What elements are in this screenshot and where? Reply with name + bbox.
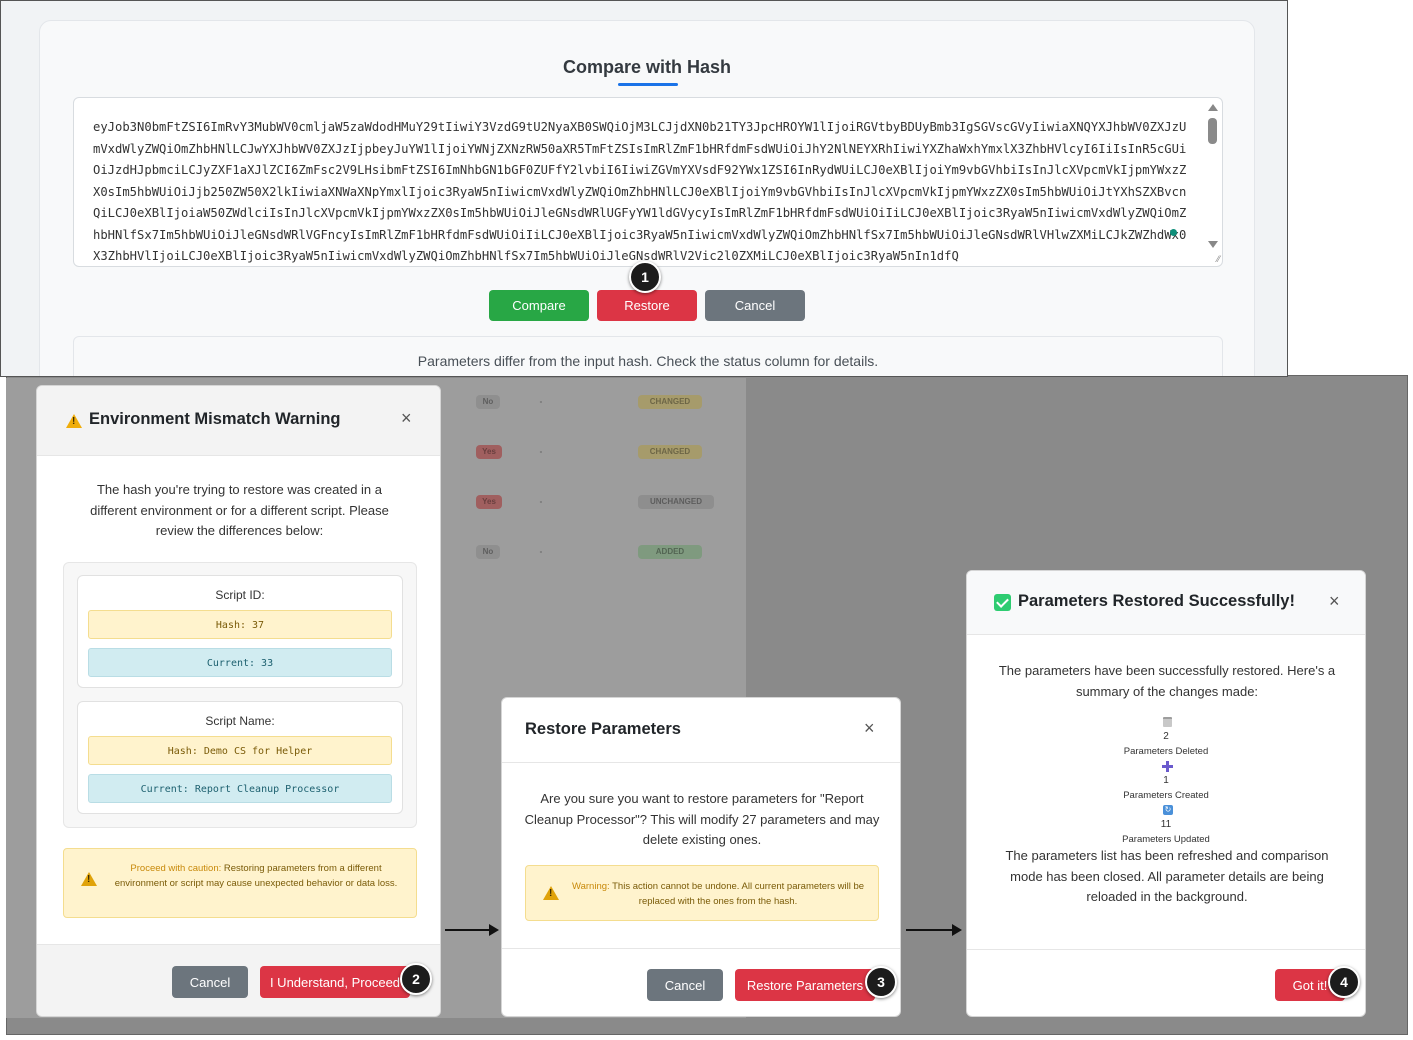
restore-parameters-modal: Restore Parameters × Are you sure you wa… (501, 697, 901, 1017)
status-message: Parameters differ from the input hash. C… (417, 353, 879, 369)
script-id-card: Script ID: Hash: 37 Current: 33 (77, 575, 403, 688)
background-badge: UNCHANGED (638, 495, 714, 509)
warning-body: This action cannot be undone. All curren… (609, 881, 865, 907)
cursor-dot-icon (1170, 229, 1177, 236)
background-badge: No (476, 395, 500, 409)
hash-input[interactable]: eyJob3N0bmFtZSI6ImRvY3MubWV0cmljaW5zaWdo… (73, 97, 1223, 267)
caution-strong: Proceed with caution: (130, 863, 222, 874)
modal-footer: Cancel Restore Parameters (502, 948, 900, 1016)
warning-triangle-icon (66, 414, 82, 428)
modal-title: Restore Parameters (525, 720, 681, 738)
arrow-right-icon (445, 924, 499, 936)
current-script-name: Current: Report Cleanup Processor (88, 774, 392, 803)
scroll-up-icon[interactable] (1208, 104, 1218, 111)
background-dash: - (539, 447, 543, 456)
status-message-box: Parameters differ from the input hash. C… (73, 336, 1223, 376)
caution-text: Proceed with caution: Restoring paramete… (108, 861, 404, 891)
step-badge-2: 2 (400, 963, 432, 995)
compare-panel-screenshot: Compare with Hash eyJob3N0bmFtZSI6ImRvY3… (0, 0, 1288, 377)
warning-triangle-icon (543, 886, 559, 900)
page-title: Compare with Hash (562, 57, 732, 77)
irreversible-warning-alert: Warning: This action cannot be undone. A… (525, 865, 879, 921)
cancel-button[interactable]: Cancel (647, 969, 723, 1001)
restore-button[interactable]: Restore (597, 290, 697, 321)
title-underline (618, 83, 678, 86)
step-badge-3: 3 (865, 966, 897, 998)
updated-count: 11 (1160, 819, 1172, 830)
resize-grip-icon[interactable]: ⁄⁄ (1217, 254, 1220, 264)
cancel-button[interactable]: Cancel (172, 966, 248, 998)
background-dash: - (539, 547, 543, 556)
compare-card: Compare with Hash eyJob3N0bmFtZSI6ImRvY3… (39, 20, 1255, 376)
hash-script-id: Hash: 37 (88, 610, 392, 639)
scrollbar[interactable] (1206, 100, 1220, 264)
step-badge-1: 1 (629, 261, 661, 293)
warning-triangle-icon (81, 872, 97, 886)
background-badge: ADDED (638, 545, 702, 559)
background-badge: CHANGED (638, 445, 702, 459)
deleted-label: Parameters Deleted (1123, 746, 1209, 757)
trash-icon (1163, 717, 1172, 727)
check-box-icon (994, 594, 1011, 611)
close-icon[interactable]: × (401, 408, 412, 429)
background-dash: - (539, 497, 543, 506)
created-count: 1 (1163, 775, 1169, 786)
warning-text: Warning: This action cannot be undone. A… (568, 879, 868, 909)
background-badge: Yes (476, 495, 502, 509)
success-message: The parameters have been successfully re… (998, 663, 1336, 699)
close-icon[interactable]: × (1329, 591, 1340, 612)
script-name-label: Script Name: (205, 714, 275, 728)
modal-title: Parameters Restored Successfully! (1018, 592, 1295, 610)
cancel-button[interactable]: Cancel (705, 290, 805, 321)
restore-message: Are you sure you want to restore paramet… (524, 791, 880, 847)
arrow-right-icon (906, 924, 962, 936)
compare-button[interactable]: Compare (489, 290, 589, 321)
plus-icon (1162, 761, 1173, 772)
script-name-card: Script Name: Hash: Demo CS for Helper Cu… (77, 701, 403, 814)
caution-alert: Proceed with caution: Restoring paramete… (63, 848, 417, 918)
modal-header: Environment Mismatch Warning × (37, 386, 440, 456)
close-icon[interactable]: × (864, 718, 875, 739)
background-badge: No (476, 545, 500, 559)
mismatch-message: The hash you're trying to restore was cr… (90, 482, 389, 538)
restore-success-modal: Parameters Restored Successfully! × The … (966, 570, 1366, 1017)
proceed-button[interactable]: I Understand, Proceed (260, 966, 410, 998)
modal-title: Environment Mismatch Warning (89, 410, 341, 428)
refresh-icon: ↻ (1163, 805, 1173, 815)
step-badge-4: 4 (1328, 966, 1360, 998)
modal-header: Parameters Restored Successfully! × (967, 571, 1365, 635)
refresh-message: The parameters list has been refreshed a… (1005, 848, 1329, 904)
background-dash: - (539, 397, 543, 406)
environment-mismatch-modal: Environment Mismatch Warning × The hash … (36, 385, 441, 1017)
scroll-down-icon[interactable] (1208, 241, 1218, 248)
background-badge: Yes (476, 445, 502, 459)
current-script-id: Current: 33 (88, 648, 392, 677)
hash-text[interactable]: eyJob3N0bmFtZSI6ImRvY3MubWV0cmljaW5zaWdo… (93, 117, 1193, 266)
differences-panel: Script ID: Hash: 37 Current: 33 Script N… (63, 562, 417, 828)
hash-script-name: Hash: Demo CS for Helper (88, 736, 392, 765)
deleted-count: 2 (1163, 731, 1169, 742)
restore-parameters-button[interactable]: Restore Parameters (735, 969, 875, 1001)
warning-strong: Warning: (571, 881, 610, 892)
modal-header: Restore Parameters × (502, 698, 900, 763)
scroll-thumb[interactable] (1208, 118, 1217, 144)
created-label: Parameters Created (1123, 790, 1209, 801)
background-badge: CHANGED (638, 395, 702, 409)
modal-footer: Got it! (967, 949, 1365, 1016)
modal-footer: Cancel I Understand, Proceed (37, 944, 440, 1016)
script-id-label: Script ID: (215, 588, 265, 602)
updated-label: Parameters Updated (1122, 834, 1210, 845)
